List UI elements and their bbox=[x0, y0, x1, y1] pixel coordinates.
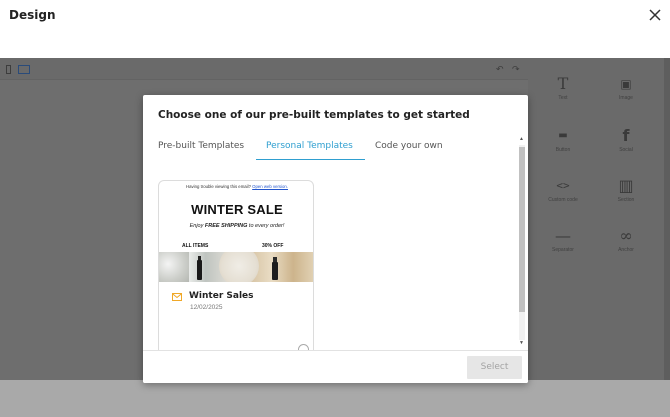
template-date: 12/02/2025 bbox=[190, 304, 223, 311]
tool-button[interactable]: ▬ Button bbox=[533, 126, 593, 170]
window-title: Design bbox=[9, 8, 56, 22]
tool-text[interactable]: T Text bbox=[533, 74, 593, 118]
undo-icon[interactable]: ↶ bbox=[496, 64, 504, 75]
tab-pre-built-templates[interactable]: Pre-built Templates bbox=[158, 141, 244, 159]
code-icon: <> bbox=[556, 179, 570, 192]
tab-personal-templates[interactable]: Personal Templates bbox=[256, 141, 365, 160]
image-icon: ▣ bbox=[620, 77, 632, 91]
separator-icon: — bbox=[555, 226, 571, 245]
preview-web-version-link: Open web version. bbox=[252, 184, 288, 189]
preview-left-label: ALL ITEMS bbox=[182, 243, 209, 249]
tab-code-your-own[interactable]: Code your own bbox=[375, 141, 443, 159]
mail-icon bbox=[172, 293, 182, 301]
tools-panel: T Text ▣ Image ▬ Button f Social <> Cust… bbox=[528, 58, 670, 380]
button-icon: ▬ bbox=[558, 130, 568, 141]
footer-band bbox=[0, 380, 670, 417]
modal-footer: Select bbox=[143, 350, 528, 383]
preview-trouble-line: Having trouble viewing this email? Open … bbox=[186, 184, 288, 189]
text-icon: T bbox=[557, 74, 569, 93]
tool-custom-code[interactable]: <> Custom code bbox=[533, 176, 593, 220]
tool-section[interactable]: ▥ Section bbox=[596, 176, 656, 220]
facebook-icon: f bbox=[622, 126, 630, 145]
header: Design bbox=[0, 0, 670, 58]
tool-separator[interactable]: — Separator bbox=[533, 226, 593, 270]
preview-headline: WINTER SALE bbox=[191, 202, 283, 217]
editor-scrollbar[interactable] bbox=[664, 58, 670, 380]
tool-anchor[interactable]: ∞ Anchor bbox=[596, 226, 656, 270]
template-name: Winter Sales bbox=[189, 291, 254, 301]
select-button[interactable]: Select bbox=[467, 356, 522, 379]
preview-product-image bbox=[159, 252, 313, 282]
redo-icon[interactable]: ↷ bbox=[512, 64, 520, 75]
tool-social[interactable]: f Social bbox=[596, 126, 656, 170]
mobile-view-icon[interactable] bbox=[6, 65, 11, 74]
modal-heading: Choose one of our pre-built templates to… bbox=[158, 109, 470, 121]
modal-scrollbar[interactable]: ▲ ▼ bbox=[516, 135, 528, 348]
scroll-down-icon[interactable]: ▼ bbox=[519, 340, 524, 346]
template-card[interactable]: Having trouble viewing this email? Open … bbox=[158, 180, 314, 350]
preview-right-label: 30% OFF bbox=[262, 243, 284, 249]
template-list: Having trouble viewing this email? Open … bbox=[158, 180, 515, 350]
scroll-thumb[interactable] bbox=[519, 147, 525, 312]
scroll-up-icon[interactable]: ▲ bbox=[519, 136, 524, 142]
tool-image[interactable]: ▣ Image bbox=[596, 74, 656, 118]
editor-toolbar: ↶ ↷ bbox=[0, 58, 528, 80]
section-icon: ▥ bbox=[618, 176, 634, 195]
template-picker-modal: Choose one of our pre-built templates to… bbox=[143, 95, 528, 383]
close-icon[interactable] bbox=[648, 8, 662, 22]
preview-subline: Enjoy FREE SHIPPING to every order! bbox=[189, 223, 285, 229]
desktop-view-icon[interactable] bbox=[18, 65, 30, 74]
link-icon: ∞ bbox=[619, 226, 633, 245]
